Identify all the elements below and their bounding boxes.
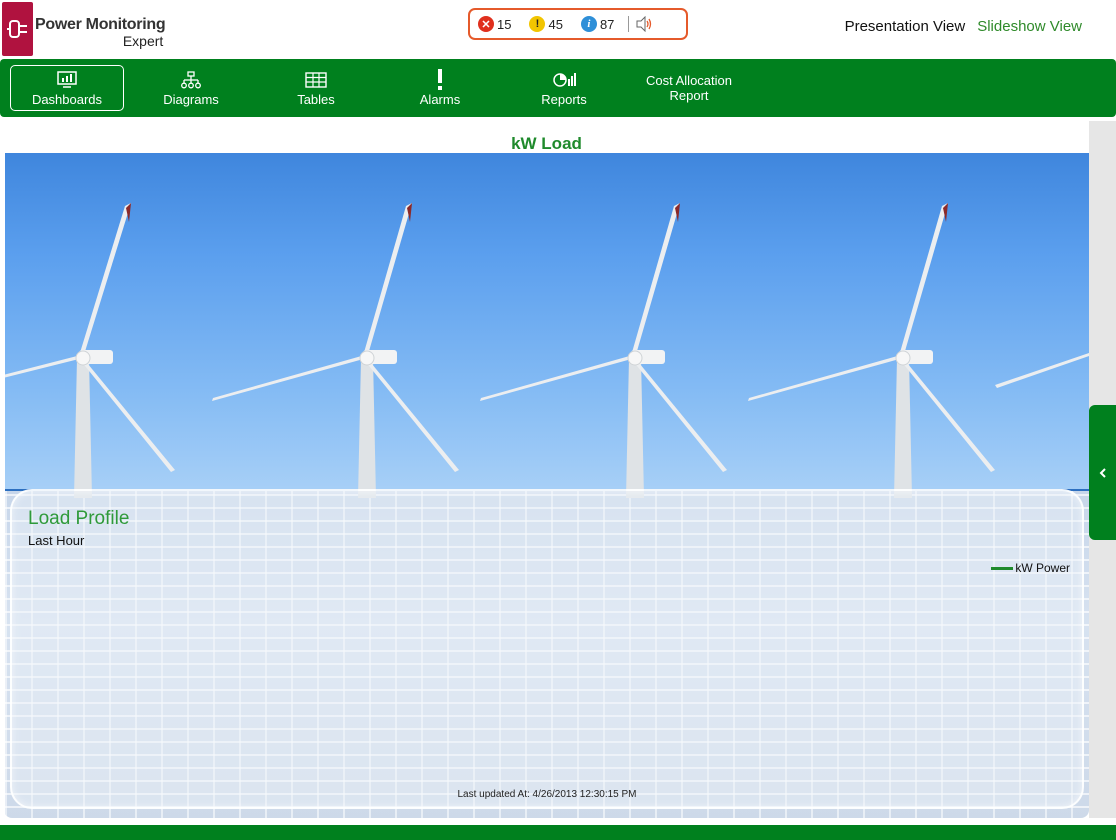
error-icon: ✕	[478, 16, 494, 32]
alarm-low-count: 87	[599, 16, 615, 32]
warning-icon: !	[529, 16, 546, 32]
nav-cost-allocation-label: Cost Allocation Report	[646, 73, 732, 103]
alarm-summary: ✕ 15 ! 45 i 87	[468, 8, 688, 40]
turbine-2	[212, 203, 459, 498]
chevron-left-icon	[1099, 467, 1106, 478]
header: Power Monitoring Expert ✕ 15 ! 45 i 87 P…	[0, 0, 1116, 60]
nav-dashboards-label: Dashboards	[31, 91, 103, 107]
view-links: Presentation View Slideshow View	[845, 18, 1082, 35]
alarm-medium-count: 45	[548, 16, 563, 32]
slideshow-view-link[interactable]: Slideshow View	[977, 18, 1082, 35]
background-scene: Load Profile Last Hour kW Power Last upd…	[5, 153, 1089, 818]
presentation-view-link[interactable]: Presentation View	[845, 18, 966, 35]
turbine-4	[748, 203, 995, 498]
nav-cost-allocation-report[interactable]: Cost Allocation Report	[632, 65, 746, 111]
dashboard-icon	[56, 70, 78, 90]
nav-reports[interactable]: Reports	[507, 65, 621, 111]
diagram-icon	[180, 70, 202, 90]
nav-alarms[interactable]: Alarms	[383, 65, 497, 111]
legend-swatch	[991, 566, 1014, 570]
nav-tables[interactable]: Tables	[259, 65, 373, 111]
card-subtitle: Last Hour	[28, 533, 85, 548]
nav-diagrams-label: Diagrams	[163, 91, 219, 107]
side-panel-toggle[interactable]	[1089, 405, 1116, 540]
footer-bar	[0, 825, 1116, 840]
card-title: Load Profile	[28, 508, 130, 529]
logo-subtitle: Expert	[122, 33, 164, 49]
alarm-divider	[628, 16, 630, 32]
table-icon	[305, 70, 327, 90]
turbine-5-blade	[995, 353, 1089, 388]
logo-title: Power Monitoring	[35, 16, 166, 33]
nav-dashboards[interactable]: Dashboards	[10, 65, 124, 111]
main-nav: Dashboards Diagrams Tables Alarms Report…	[0, 59, 1116, 117]
dashboard-title: kW Load	[511, 134, 582, 153]
app-logo[interactable]: Power Monitoring Expert	[2, 2, 166, 56]
info-icon: i	[580, 16, 597, 32]
last-updated: Last updated At: 4/26/2013 12:30:15 PM	[457, 789, 637, 800]
nav-reports-label: Reports	[541, 91, 587, 107]
load-profile-card: Load Profile Last Hour kW Power Last upd…	[10, 489, 1084, 809]
alarm-low[interactable]: i 87	[580, 16, 615, 32]
nav-diagrams[interactable]: Diagrams	[134, 65, 248, 111]
app-root: Power Monitoring Expert ✕ 15 ! 45 i 87 P…	[0, 0, 1116, 840]
alarm-high[interactable]: ✕ 15	[478, 16, 511, 32]
alarm-high-count: 15	[497, 16, 512, 32]
turbine-3	[480, 203, 727, 498]
legend-label: kW Power	[1015, 561, 1070, 575]
turbine-1	[5, 203, 175, 498]
report-icon	[552, 70, 576, 90]
dashboard-panel: kW Load Load Profile Last Hour kW Power …	[4, 121, 1089, 818]
alarm-icon	[435, 68, 445, 90]
alarm-medium[interactable]: ! 45	[529, 16, 563, 32]
speaker-icon[interactable]	[635, 16, 653, 32]
chart-legend: kW Power	[991, 561, 1070, 575]
logo-icon	[2, 2, 33, 56]
wind-turbines-illustration	[5, 203, 1089, 498]
nav-alarms-label: Alarms	[419, 91, 461, 107]
nav-tables-label: Tables	[297, 91, 335, 107]
